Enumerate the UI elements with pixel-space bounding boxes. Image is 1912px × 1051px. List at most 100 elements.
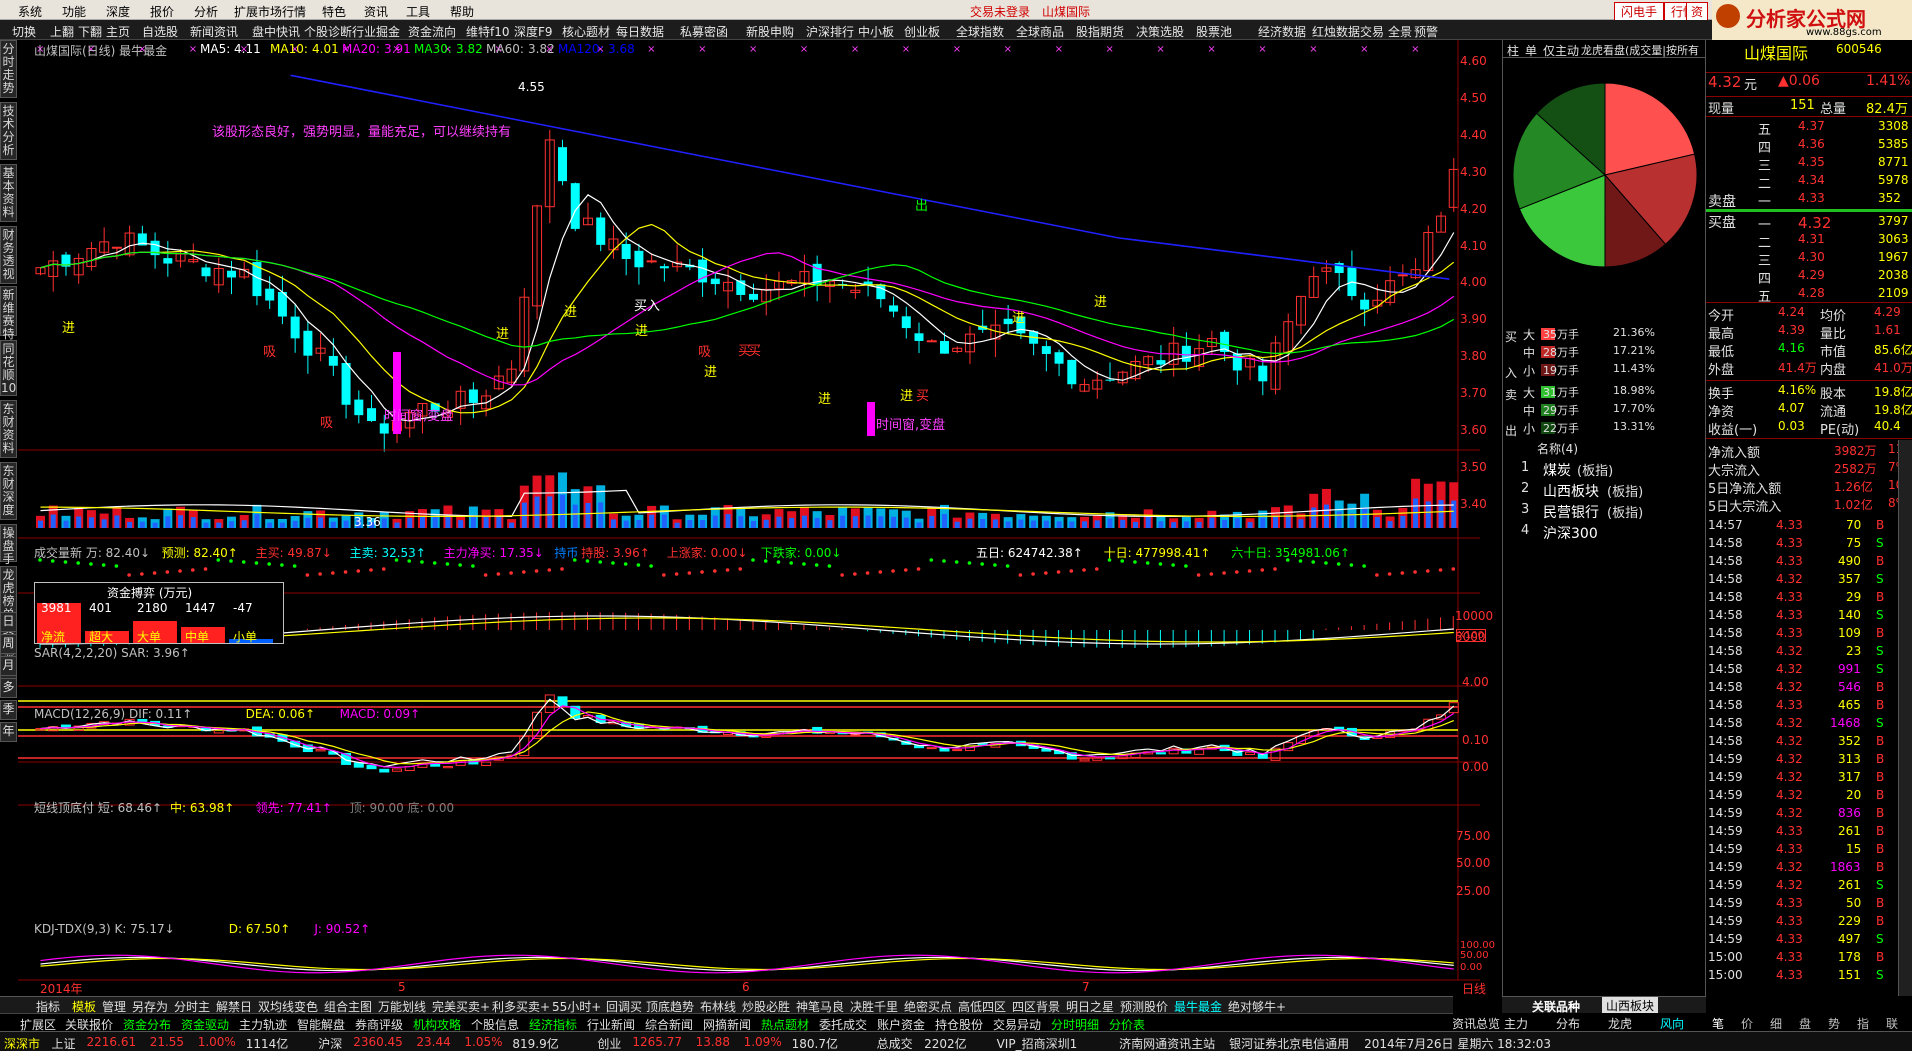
flow-side-label: 出 bbox=[1505, 424, 1518, 438]
mid-func-tab-3[interactable]: 龙虎 bbox=[1608, 1015, 1632, 1032]
toolbar-item-17[interactable]: 中小板 bbox=[858, 23, 894, 40]
period-tab-1[interactable]: 周 bbox=[0, 634, 17, 654]
ticks-scrollbar[interactable] bbox=[1898, 440, 1912, 996]
period-tab-4[interactable]: 季 bbox=[0, 700, 17, 720]
toolbar-item-12[interactable]: 核心题材 bbox=[562, 23, 610, 40]
kline-chart[interactable]: × × × × × × × × × × × × × × × × × × × × × × × × × × × ×进 进进进进进 进进进出吸吸… bbox=[18, 40, 1514, 995]
toolbar-item-9[interactable]: 资金流向 bbox=[408, 23, 456, 40]
menu-depth[interactable]: 深度 bbox=[106, 3, 130, 20]
tick-volume: 70 bbox=[1846, 518, 1862, 532]
menu-info[interactable]: 资讯 bbox=[364, 3, 388, 20]
toolbar-item-6[interactable]: 盘中快讯 bbox=[252, 23, 300, 40]
tick-tab-3[interactable]: 盘 bbox=[1799, 1015, 1811, 1032]
left-tab-8[interactable]: 操盘手 bbox=[0, 524, 17, 566]
toolbar-item-13[interactable]: 每日数据 bbox=[616, 23, 664, 40]
menu-analysis[interactable]: 分析 bbox=[194, 3, 218, 20]
period-tab-3[interactable]: 多 bbox=[0, 678, 17, 698]
left-tab-5[interactable]: 同花顺10 bbox=[0, 340, 17, 396]
toolbar-item-4[interactable]: 自选股 bbox=[142, 23, 178, 40]
mid-func-tab-2[interactable]: 分布 bbox=[1556, 1015, 1580, 1032]
login-status[interactable]: 交易未登录 bbox=[970, 3, 1030, 20]
toolbar-item-20[interactable]: 全球商品 bbox=[1016, 23, 1064, 40]
tab-shanxi-sector[interactable]: 山西板块 bbox=[1602, 997, 1659, 1014]
toolbar-item-16[interactable]: 沪深排行 bbox=[806, 23, 854, 40]
left-tab-4[interactable]: 新维赛特 bbox=[0, 286, 17, 341]
left-tab-7[interactable]: 东财深度 bbox=[0, 462, 17, 520]
toolbar-item-10[interactable]: 维特f10 bbox=[466, 23, 510, 40]
mid-func-tab-4[interactable]: 风向 bbox=[1660, 1015, 1684, 1032]
tick-tab-6[interactable]: 联 bbox=[1886, 1015, 1898, 1032]
toolbar-item-8[interactable]: 行业掘金 bbox=[352, 23, 400, 40]
toolbar-item-21[interactable]: 股指期货 bbox=[1076, 23, 1124, 40]
related-name[interactable]: 沪深300 bbox=[1543, 523, 1598, 543]
menu-help[interactable]: 帮助 bbox=[450, 3, 474, 20]
high-label: 4.55 bbox=[518, 80, 545, 94]
short-candle bbox=[341, 752, 352, 765]
toolbar-item-1[interactable]: 上翻 bbox=[50, 23, 74, 40]
flash-trade-button[interactable]: 闪电手 bbox=[1614, 2, 1665, 21]
info-button[interactable]: 资 bbox=[1686, 2, 1709, 21]
period-tab-5[interactable]: 年 bbox=[0, 722, 17, 742]
y-tick: 4.00 bbox=[1462, 675, 1489, 689]
signal-label: 进 bbox=[635, 324, 648, 339]
mid-func-tab-0[interactable]: 资讯总览 bbox=[1452, 1015, 1500, 1032]
related-name[interactable]: 民营银行 bbox=[1543, 502, 1599, 522]
menu-function[interactable]: 功能 bbox=[62, 3, 86, 20]
y-tick: 4.20 bbox=[1460, 201, 1487, 216]
left-tab-3[interactable]: 财务透视 bbox=[0, 226, 17, 284]
toolbar-item-25[interactable]: 红烛数据 bbox=[1312, 23, 1360, 40]
toolbar-item-19[interactable]: 全球指数 bbox=[956, 23, 1004, 40]
toolbar-item-15[interactable]: 新股申购 bbox=[746, 23, 794, 40]
tick-price: 4.32 bbox=[1776, 644, 1803, 658]
volume-inner-bar bbox=[789, 517, 795, 528]
toolbar-item-0[interactable]: 切换 bbox=[12, 23, 36, 40]
tab-dragon-tiger[interactable]: 龙虎看盘(成交量|按所有 bbox=[1581, 42, 1699, 58]
menu-system[interactable]: 系统 bbox=[18, 3, 42, 20]
tick-tab-2[interactable]: 细 bbox=[1770, 1015, 1782, 1032]
sell-volume: 3308 bbox=[1878, 119, 1909, 133]
volume-inner-bar bbox=[814, 517, 820, 528]
tab-single[interactable]: 单 bbox=[1525, 42, 1537, 59]
toolbar-item-18[interactable]: 创业板 bbox=[904, 23, 940, 40]
sar-dot bbox=[1387, 572, 1392, 576]
toolbar-item-26[interactable]: 交易 bbox=[1360, 23, 1384, 40]
tick-tab-1[interactable]: 价 bbox=[1741, 1015, 1753, 1032]
period-tab-0[interactable]: 日 bbox=[0, 612, 17, 632]
left-tab-9[interactable]: 龙虎榜单 bbox=[0, 566, 17, 621]
toolbar-item-27[interactable]: 全景 bbox=[1388, 23, 1412, 40]
toolbar-item-28[interactable]: 预警 bbox=[1414, 23, 1438, 40]
sar-dot bbox=[878, 570, 883, 574]
volume-inner-bar bbox=[980, 518, 986, 528]
tick-tab-5[interactable]: 指 bbox=[1857, 1015, 1869, 1032]
tick-tab-4[interactable]: 势 bbox=[1828, 1015, 1840, 1032]
volume-inner-bar bbox=[1145, 516, 1151, 528]
tick-volume: 1863 bbox=[1830, 860, 1861, 874]
related-name[interactable]: 山西板块 bbox=[1543, 481, 1599, 501]
mid-func-tab-1[interactable]: 主力 bbox=[1504, 1015, 1528, 1032]
toolbar-item-7[interactable]: 个股诊断 bbox=[304, 23, 352, 40]
header-part: 主买: 49.87↓ bbox=[255, 546, 332, 560]
tab-column[interactable]: 柱 bbox=[1507, 42, 1519, 59]
menu-quote[interactable]: 报价 bbox=[150, 3, 174, 20]
volume-inner-bar bbox=[916, 522, 922, 528]
left-tab-6[interactable]: 东财资料 bbox=[0, 400, 17, 458]
left-tab-1[interactable]: 技术分析 bbox=[0, 102, 17, 160]
left-tab-2[interactable]: 基本资料 bbox=[0, 164, 17, 222]
toolbar-item-14[interactable]: 私募密函 bbox=[680, 23, 728, 40]
toolbar-item-5[interactable]: 新闻资讯 bbox=[190, 23, 238, 40]
tab-active-only[interactable]: 仅主动 bbox=[1543, 42, 1579, 59]
tick-tab-0[interactable]: 笔 bbox=[1712, 1015, 1724, 1032]
toolbar-item-22[interactable]: 决策选股 bbox=[1136, 23, 1184, 40]
toolbar-item-23[interactable]: 股票池 bbox=[1196, 23, 1232, 40]
left-tab-0[interactable]: 分时走势 bbox=[0, 40, 17, 98]
period-tab-2[interactable]: 月 bbox=[0, 656, 17, 676]
toolbar-item-2[interactable]: 下翻 bbox=[78, 23, 102, 40]
menu-ext-market[interactable]: 扩展市场行情 bbox=[234, 3, 306, 20]
menu-special[interactable]: 特色 bbox=[322, 3, 346, 20]
menu-tools[interactable]: 工具 bbox=[406, 3, 430, 20]
toolbar-item-11[interactable]: 深度F9 bbox=[514, 23, 553, 40]
signal-label: 进 bbox=[704, 365, 717, 380]
related-name[interactable]: 煤炭 bbox=[1543, 460, 1571, 480]
toolbar-item-24[interactable]: 经济数据 bbox=[1258, 23, 1306, 40]
toolbar-item-3[interactable]: 主页 bbox=[106, 23, 130, 40]
